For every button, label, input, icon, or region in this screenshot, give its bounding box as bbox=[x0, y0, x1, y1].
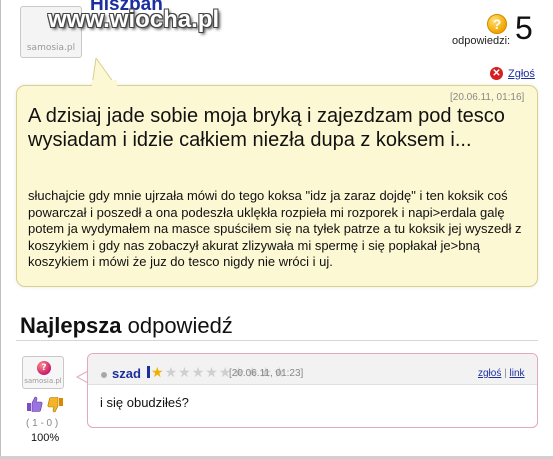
rank-star-icon: ★ bbox=[178, 364, 191, 380]
answer-username[interactable]: szad bbox=[112, 366, 141, 381]
online-status-dot bbox=[101, 372, 107, 378]
section-divider bbox=[16, 340, 538, 341]
watermark-text: www.wiocha.pl bbox=[48, 6, 220, 33]
avatar-caption: samosia.pl bbox=[24, 377, 62, 385]
question-icon: ? bbox=[37, 361, 51, 375]
frame-left-border bbox=[0, 0, 1, 459]
question-body: słuchajcie gdy mnie ujrzała mówi do tego… bbox=[28, 188, 522, 269]
answer-permalink[interactable]: link bbox=[510, 368, 525, 379]
link-separator: | bbox=[504, 368, 507, 379]
bubble-tail-joint bbox=[92, 80, 117, 90]
close-icon: ✕ bbox=[490, 67, 503, 80]
best-answer-heading: Najlepsza odpowiedź bbox=[20, 313, 233, 339]
question-icon: ? bbox=[487, 14, 507, 34]
thumbs-up-icon[interactable] bbox=[26, 396, 43, 413]
rank-star-icon: ★ bbox=[205, 364, 218, 380]
question-date: [20.06.11, 01:16] bbox=[450, 92, 525, 103]
rank-bar bbox=[147, 366, 150, 378]
report-question[interactable]: ✕ Zgłoś bbox=[490, 67, 535, 80]
answer-avatar[interactable]: ? samosia.pl bbox=[22, 356, 64, 389]
answers-label: odpowiedzi: bbox=[452, 35, 511, 47]
question-title: A dzisiaj jade sobie moja bryką i zajezd… bbox=[28, 105, 505, 151]
answer-links: zgłoś | link bbox=[478, 368, 525, 379]
rank-star-icon: ★ bbox=[151, 364, 164, 380]
best-answer-heading-bold: Najlepsza bbox=[20, 313, 122, 338]
answer-date: [20.06.11, 01:23] bbox=[229, 368, 304, 379]
rank-star-icon: ★ bbox=[191, 364, 205, 380]
vote-percent: 100% bbox=[31, 432, 60, 444]
answers-count: 5 bbox=[515, 10, 533, 46]
thumbs-down-icon[interactable] bbox=[47, 396, 64, 413]
report-link[interactable]: Zgłoś bbox=[508, 68, 535, 80]
rank-star-icon: ★ bbox=[164, 364, 178, 380]
answer-report-link[interactable]: zgłoś bbox=[478, 368, 501, 379]
avatar-caption: samosia.pl bbox=[26, 43, 76, 53]
best-answer-heading-rest: odpowiedź bbox=[121, 313, 233, 338]
answer-text: i się obudziłeś? bbox=[100, 395, 189, 410]
vote-counts: ( 1 - 0 ) bbox=[26, 418, 59, 429]
